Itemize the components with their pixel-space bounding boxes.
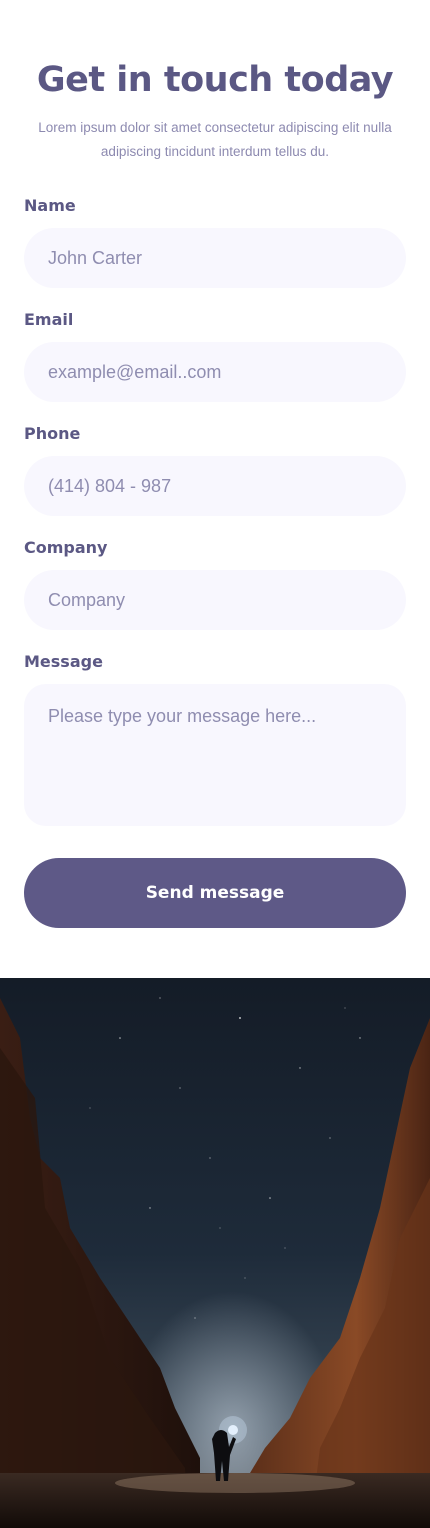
company-field[interactable]: [24, 570, 406, 630]
message-label: Message: [24, 652, 103, 671]
page-subtitle: Lorem ipsum dolor sit amet consectetur a…: [38, 120, 392, 159]
phone-field[interactable]: [24, 456, 406, 516]
email-label: Email: [24, 310, 74, 329]
canyon-night-photo: [0, 978, 430, 1528]
send-message-button[interactable]: Send message: [24, 858, 406, 928]
message-field[interactable]: [24, 684, 406, 826]
page-title: Get in touch today: [36, 60, 394, 100]
contact-form-section: Get in touch today Lorem ipsum dolor sit…: [0, 0, 430, 978]
company-label: Company: [24, 538, 108, 557]
name-label: Name: [24, 196, 76, 215]
phone-label: Phone: [24, 424, 81, 443]
email-field[interactable]: [24, 342, 406, 402]
name-field[interactable]: [24, 228, 406, 288]
